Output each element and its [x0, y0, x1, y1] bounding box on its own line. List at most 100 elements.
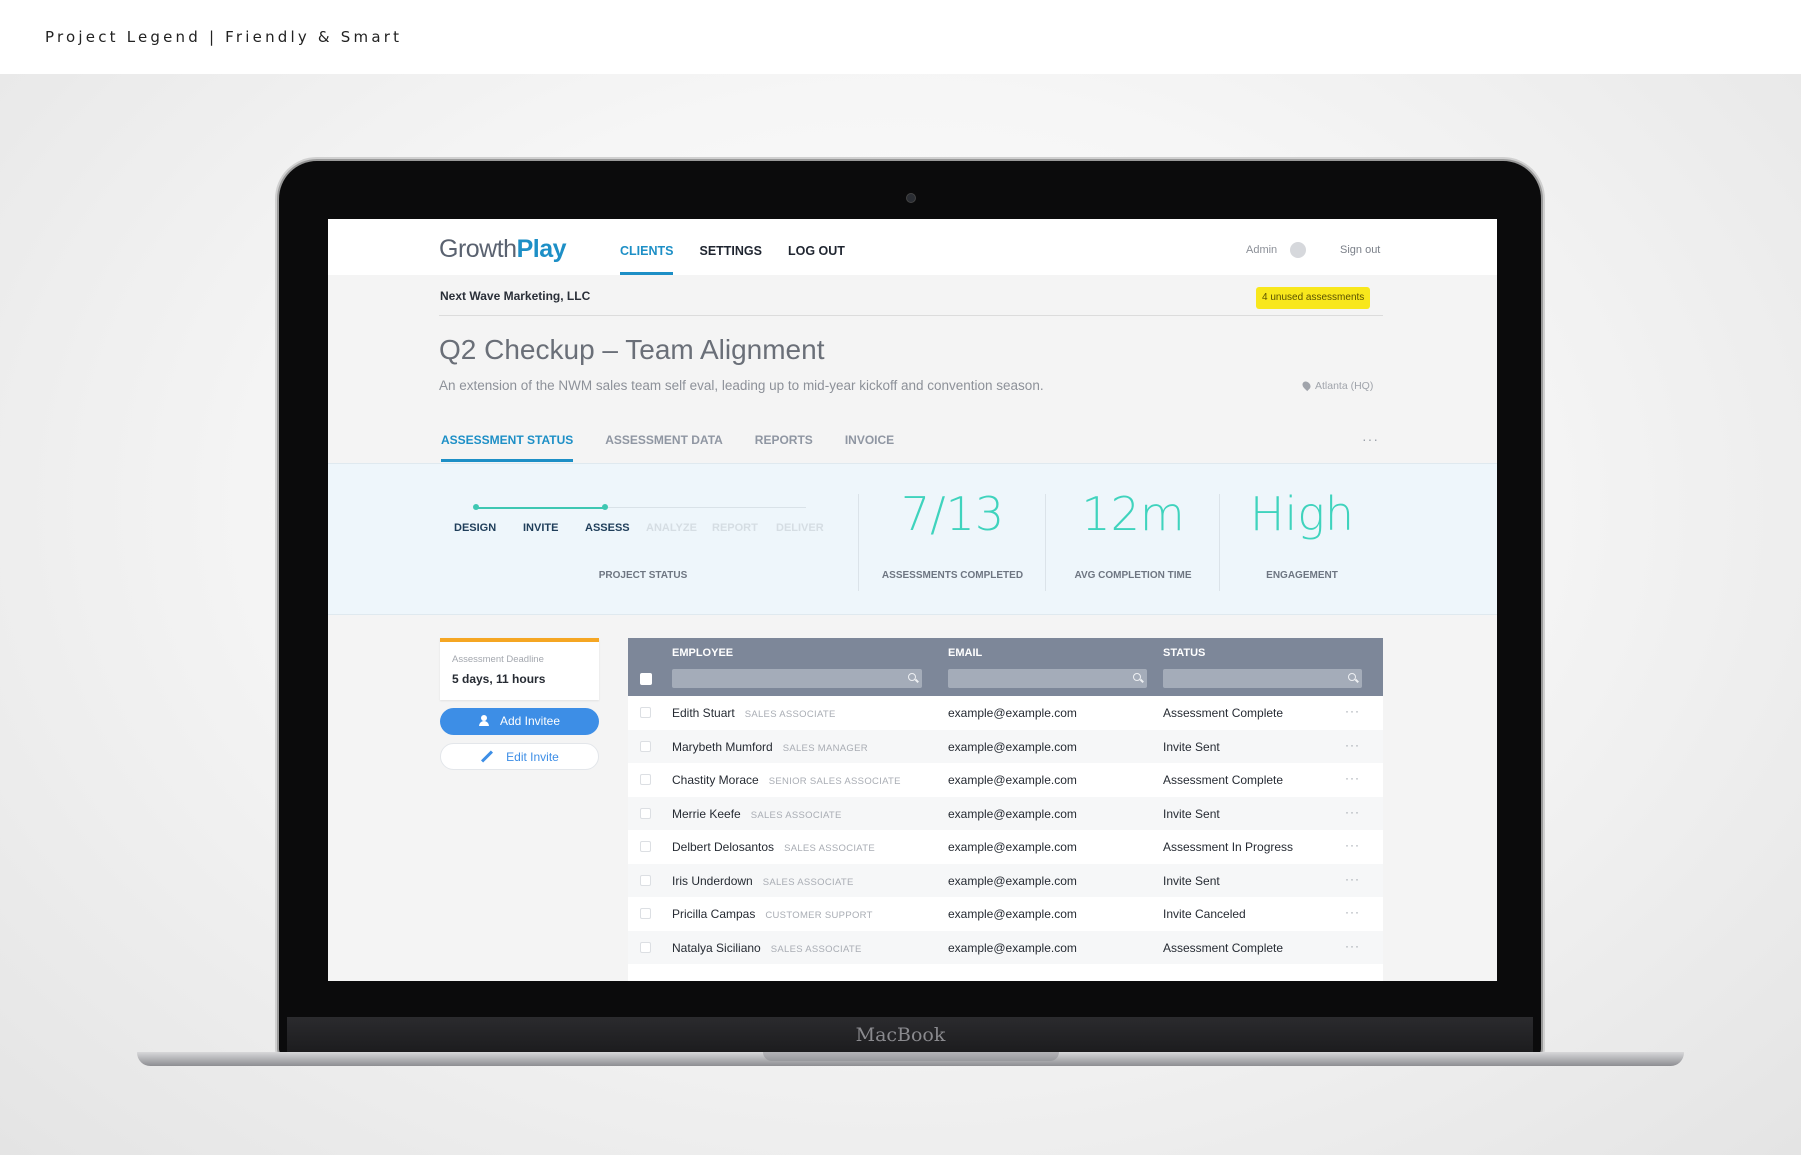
table-row[interactable]: Natalya Siciliano SALES ASSOCIATE example@…	[628, 930, 1383, 964]
table-row[interactable]: Delbert Delosantos SALES ASSOCIATE example…	[628, 830, 1383, 863]
laptop-screen: GrowthPlay CLIENTS SETTINGS LOG OUT Admi…	[328, 219, 1497, 981]
row-checkbox[interactable]	[640, 874, 651, 886]
growthplay-logo[interactable]: GrowthPlay	[439, 235, 567, 264]
app-header: GrowthPlay CLIENTS SETTINGS LOG OUT Admi…	[328, 219, 1497, 275]
avatar[interactable]	[1290, 242, 1306, 258]
table-row[interactable]: Pricilla Campas CUSTOMER SUPPORT example@e…	[628, 897, 1383, 930]
step-assess: ASSESS	[585, 522, 630, 534]
nav-clients[interactable]: CLIENTS	[620, 219, 674, 275]
divider	[858, 494, 859, 591]
pencil-icon	[481, 750, 494, 763]
more-icon[interactable]: ···	[1345, 905, 1360, 919]
employee-role: SALES ASSOCIATE	[770, 943, 862, 955]
top-caption-bar: Project Legend | Friendly & Smart	[0, 0, 1801, 74]
sign-out-link[interactable]: Sign out	[1340, 244, 1380, 256]
assessments-completed-value: 7/13	[900, 487, 1005, 541]
row-checkbox[interactable]	[640, 941, 651, 953]
employee-name: Edith Stuart SALES ASSOCIATE	[672, 706, 836, 720]
employee-email: example@example.com	[948, 840, 1077, 854]
search-icon	[908, 673, 916, 681]
row-checkbox[interactable]	[640, 908, 651, 919]
employee-email: example@example.com	[948, 873, 1077, 888]
main-nav: CLIENTS SETTINGS LOG OUT	[620, 219, 871, 275]
employee-role: SALES ASSOCIATE	[784, 843, 875, 854]
more-icon[interactable]: ···	[1345, 838, 1360, 852]
employee-name: Natalya Siciliano SALES ASSOCIATE	[672, 940, 862, 955]
company-name: Next Wave Marketing, LLC	[440, 289, 591, 303]
tab-invoice[interactable]: INVOICE	[845, 433, 894, 457]
employee-status: Invite Canceled	[1163, 907, 1246, 921]
table-row[interactable]: Merrie Keefe SALES ASSOCIATE example@examp…	[628, 796, 1383, 830]
add-user-icon	[478, 715, 493, 726]
divider	[1219, 494, 1220, 591]
employee-status: Invite Sent	[1163, 873, 1220, 888]
edit-invite-button[interactable]: Edit Invite	[440, 743, 599, 770]
employee-status: Assessment In Progress	[1163, 840, 1294, 854]
employee-status: Invite Sent	[1163, 806, 1220, 821]
select-all-checkbox[interactable]	[640, 673, 652, 685]
row-checkbox[interactable]	[640, 807, 651, 819]
more-icon[interactable]: ···	[1345, 738, 1360, 752]
employee-email: example@example.com	[948, 806, 1077, 821]
step-design: DESIGN	[454, 522, 497, 534]
employee-email: example@example.com	[948, 940, 1077, 955]
location: Atlanta (HQ)	[1300, 379, 1373, 392]
employee-name: Delbert Delosantos SALES ASSOCIATE	[672, 840, 875, 854]
employee-status: Assessment Complete	[1163, 706, 1284, 720]
status-filter-input[interactable]	[1163, 669, 1362, 688]
employee-email: example@example.com	[948, 773, 1077, 787]
row-checkbox[interactable]	[640, 841, 651, 852]
step-analyze: ANALYZE	[646, 522, 697, 534]
step-deliver: DELIVER	[776, 522, 824, 534]
pipeline-dot-design	[473, 504, 479, 510]
employee-role: SALES ASSOCIATE	[762, 876, 854, 888]
project-status-label: PROJECT STATUS	[598, 570, 688, 581]
nav-settings[interactable]: SETTINGS	[699, 219, 762, 275]
column-email[interactable]: EMAIL	[948, 647, 982, 659]
employee-name: Iris Underdown SALES ASSOCIATE	[672, 873, 854, 888]
admin-label: Admin	[1246, 244, 1278, 256]
caption-text: Project Legend | Friendly & Smart	[45, 28, 403, 46]
location-pin-icon	[1300, 379, 1313, 392]
employee-email: example@example.com	[948, 739, 1077, 754]
employee-name: Marybeth Mumford SALES MANAGER	[672, 739, 868, 754]
column-employee[interactable]: EMPLOYEE	[672, 647, 733, 659]
row-checkbox[interactable]	[640, 774, 651, 785]
tab-assessment-status[interactable]: ASSESSMENT STATUS	[441, 433, 574, 462]
table-row[interactable]: Edith Stuart SALES ASSOCIATE example@examp…	[628, 696, 1383, 729]
search-icon	[1133, 673, 1141, 681]
table-row[interactable]: Marybeth Mumford SALES MANAGER example@exa…	[628, 729, 1383, 763]
employee-name: Merrie Keefe SALES ASSOCIATE	[672, 806, 842, 821]
employee-role: SALES ASSOCIATE	[750, 809, 842, 821]
employee-role: SALES ASSOCIATE	[744, 709, 836, 720]
employee-status: Assessment Complete	[1163, 940, 1284, 955]
employee-name: Chastity Morace SENIOR SALES ASSOCIATE	[672, 773, 901, 787]
table-row[interactable]: Chastity Morace SENIOR SALES ASSOCIATE exa…	[628, 763, 1383, 796]
employee-status: Assessment Complete	[1163, 773, 1284, 787]
row-checkbox[interactable]	[640, 707, 651, 718]
employee-email: example@example.com	[948, 706, 1077, 720]
page-title: Q2 Checkup – Team Alignment	[439, 334, 825, 365]
unused-assessments-badge: 4 unused assessments	[1256, 287, 1371, 309]
row-checkbox[interactable]	[640, 740, 651, 752]
column-status[interactable]: STATUS	[1163, 647, 1205, 659]
employee-name: Pricilla Campas CUSTOMER SUPPORT	[672, 907, 873, 921]
tab-assessment-data[interactable]: ASSESSMENT DATA	[605, 433, 723, 457]
deadline-value: 5 days, 11 hours	[452, 672, 546, 686]
more-icon[interactable]: ···	[1345, 771, 1360, 785]
more-icon[interactable]: ···	[1345, 704, 1360, 718]
more-icon[interactable]: ···	[1345, 872, 1360, 886]
more-icon[interactable]: ···	[1362, 431, 1379, 447]
assessments-completed-label: ASSESSMENTS COMPLETED	[881, 570, 1024, 581]
engagement-value: High	[1249, 487, 1355, 541]
pipeline-dot-assess	[602, 504, 608, 510]
more-icon[interactable]: ···	[1345, 805, 1360, 819]
email-filter-input[interactable]	[948, 669, 1147, 688]
tab-reports[interactable]: REPORTS	[755, 433, 813, 457]
nav-logout[interactable]: LOG OUT	[788, 219, 845, 275]
project-description: An extension of the NWM sales team self …	[439, 378, 1044, 393]
table-row[interactable]: Iris Underdown SALES ASSOCIATE example@exa…	[628, 863, 1383, 897]
more-icon[interactable]: ···	[1345, 939, 1360, 953]
employee-filter-input[interactable]	[672, 669, 922, 688]
add-invitee-button[interactable]: Add Invitee	[440, 708, 599, 735]
